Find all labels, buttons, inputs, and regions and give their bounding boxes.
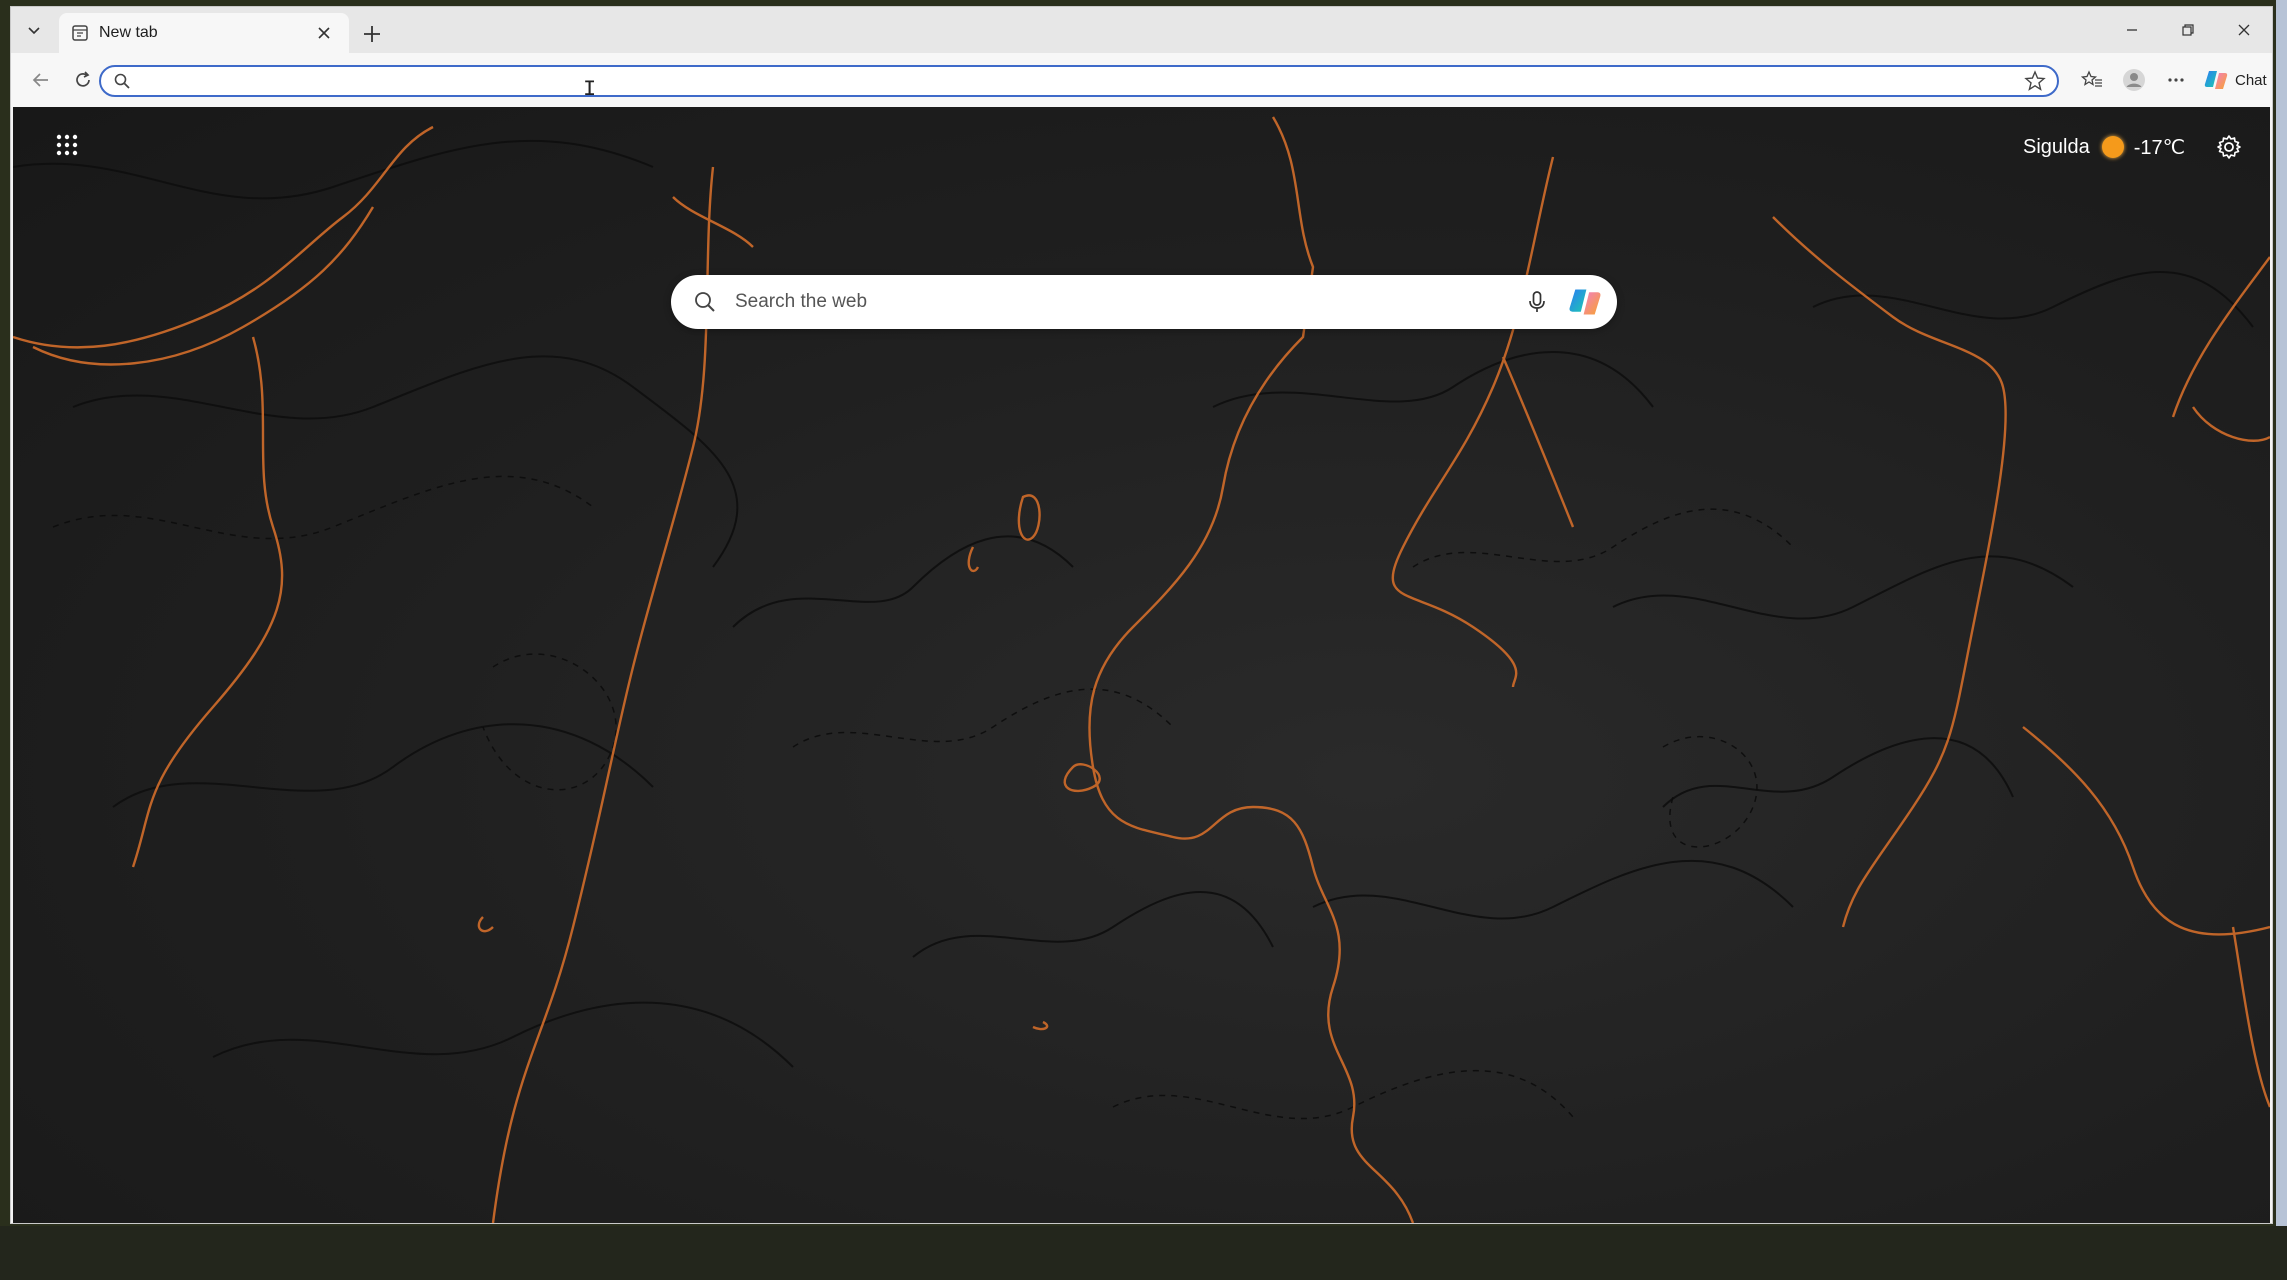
window-controls [2104, 7, 2272, 53]
weather-widget[interactable]: Sigulda -17℃ [2023, 127, 2185, 167]
arrow-left-icon [32, 73, 48, 87]
copilot-icon [2204, 71, 2228, 89]
new-tab-page: Sigulda -17℃ [13, 107, 2270, 1223]
copilot-chat-button[interactable]: Chat [2197, 62, 2272, 98]
favorite-button[interactable] [2021, 67, 2049, 95]
search-icon [691, 288, 719, 316]
desktop-edge [2276, 0, 2287, 1226]
desktop-taskbar-area [0, 1226, 2287, 1280]
microphone-icon [1529, 291, 1545, 312]
close-window-button[interactable] [2216, 7, 2272, 53]
search-icon [111, 70, 133, 92]
settings-and-more-button[interactable] [2155, 62, 2197, 98]
close-icon [2238, 24, 2250, 36]
weather-city: Sigulda [2023, 135, 2090, 158]
back-button[interactable] [23, 62, 59, 98]
avatar-icon [2123, 69, 2145, 91]
close-tab-button[interactable] [311, 20, 337, 46]
sun-icon [2101, 136, 2124, 158]
gear-icon [2217, 135, 2241, 159]
minimize-button[interactable] [2104, 7, 2160, 53]
title-bar: New tab [11, 7, 2272, 53]
tab-title: New tab [99, 24, 158, 41]
new-tab-button[interactable] [355, 17, 389, 51]
minimize-icon [2127, 29, 2137, 31]
plus-icon [364, 26, 380, 42]
star-icon [2024, 70, 2046, 91]
text-cursor: I [583, 77, 597, 102]
copilot-icon [1569, 289, 1601, 315]
browser-window: New tab Chat I Sigulda -17℃ Search the w… [10, 6, 2273, 1224]
tab-new-tab[interactable]: New tab [59, 13, 349, 53]
apps-launcher-button[interactable] [47, 125, 87, 165]
search-input[interactable] [733, 290, 1517, 314]
refresh-icon [76, 71, 90, 87]
more-icon [2168, 78, 2184, 82]
favorites-button[interactable] [2071, 62, 2113, 98]
restore-button[interactable] [2160, 7, 2216, 53]
toolbar-right: Chat [2071, 62, 2272, 98]
chevron-down-icon [28, 27, 40, 35]
tab-actions-menu-button[interactable] [17, 13, 51, 47]
copilot-search-button[interactable] [1563, 280, 1607, 324]
close-icon [318, 27, 330, 39]
chat-label: Chat [2235, 71, 2267, 89]
refresh-button[interactable] [65, 62, 101, 98]
address-input[interactable] [133, 72, 2021, 90]
address-bar[interactable] [99, 65, 2059, 97]
restore-icon [2182, 24, 2194, 36]
profile-button[interactable] [2113, 62, 2155, 98]
favorites-icon [2081, 70, 2102, 87]
new-tab-page-icon [72, 25, 88, 41]
page-settings-button[interactable] [2209, 127, 2249, 167]
weather-temperature: -17℃ [2133, 136, 2186, 159]
grid-icon [56, 134, 78, 156]
web-search-box[interactable] [671, 275, 1617, 329]
voice-search-button[interactable] [1517, 282, 1557, 322]
navigation-bar: Chat [11, 53, 2272, 107]
